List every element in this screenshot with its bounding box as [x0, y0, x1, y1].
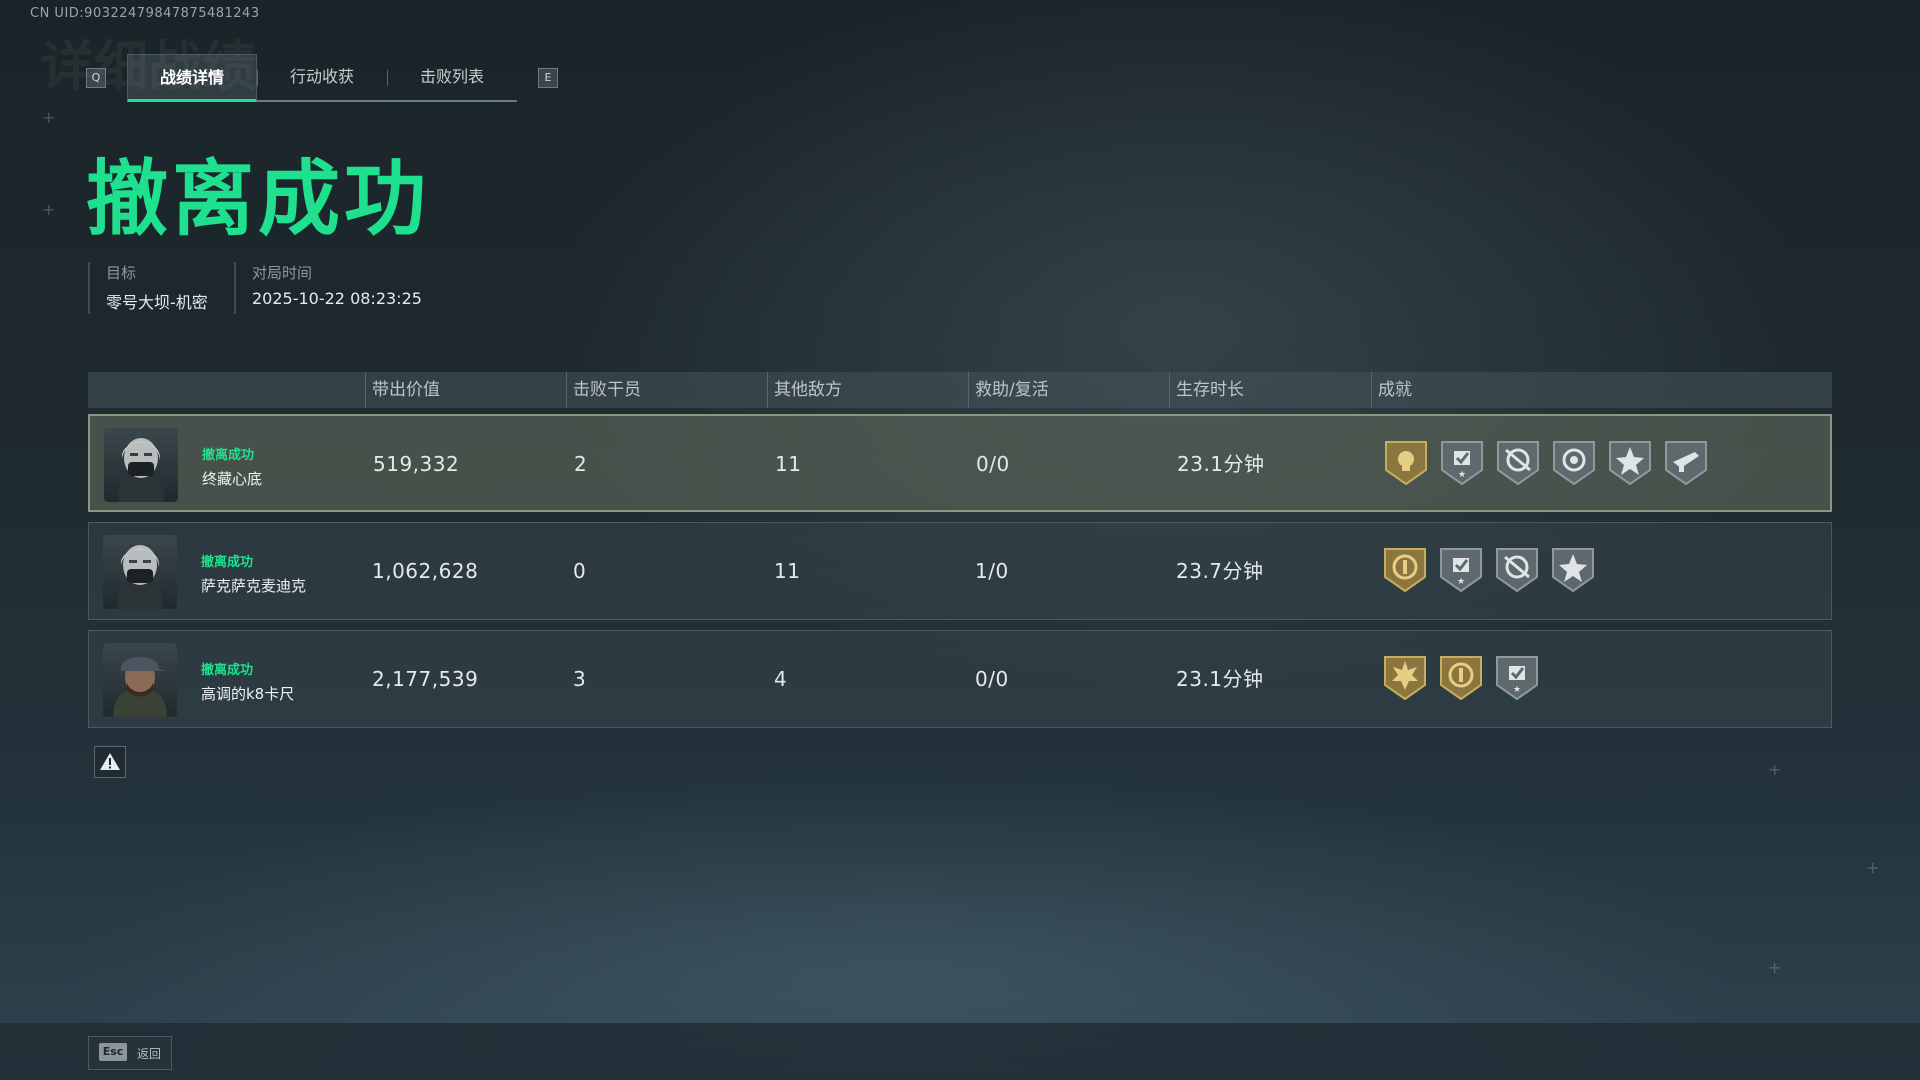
achievement-badges: ★	[1380, 653, 1542, 703]
player-row[interactable]: 撤离成功 萨克萨克麦迪克 1,062,628 0 11 1/0 23.7分钟 ★	[88, 522, 1832, 620]
match-time-info: 对局时间 2025-10-22 08:23:25	[234, 262, 422, 314]
column-header-survival-time: 生存时长	[1169, 372, 1244, 408]
survival-time: 23.7分钟	[1176, 559, 1264, 583]
target-value: 零号大坝-机密	[106, 293, 208, 312]
gold-coin-badge-icon[interactable]	[1380, 545, 1430, 595]
svg-text:★: ★	[1458, 470, 1466, 480]
back-button[interactable]: Esc 返回	[88, 1036, 172, 1070]
silver-crosshair-badge-icon[interactable]	[1492, 545, 1542, 595]
player-uid: CN UID:9032247984787548​1243	[30, 6, 260, 21]
player-status: 撤离成功	[201, 555, 254, 570]
target-info: 目标 零号大坝-机密	[88, 262, 208, 314]
column-header-kills: 击败干员	[566, 372, 641, 408]
tab-match-details[interactable]: 战绩详情	[127, 54, 257, 102]
extract-value: 2,177,539	[372, 667, 479, 691]
achievement-badges: ★	[1380, 545, 1598, 595]
tab-kill-list[interactable]: 击败列表	[387, 54, 517, 100]
gold-sun-badge-icon[interactable]	[1380, 653, 1430, 703]
achievement-badges: ★	[1381, 438, 1711, 488]
crosshair-deco-icon: +	[1768, 760, 1782, 779]
survival-time: 23.1分钟	[1177, 452, 1265, 476]
assist-revive-count: 1/0	[975, 559, 1009, 583]
assist-revive-count: 0/0	[975, 667, 1009, 691]
player-name: 高调的k8卡尺	[201, 685, 295, 703]
match-time-value: 2025-10-22 08:23:25	[252, 289, 422, 308]
tab-bar: 战绩详情 行动收获 击败列表	[127, 54, 517, 102]
target-label: 目标	[106, 264, 137, 282]
other-enemies-count: 11	[774, 559, 801, 583]
crosshair-deco-icon: +	[42, 200, 56, 219]
column-header-achievements: 成就	[1371, 372, 1412, 408]
extraction-result-title: 撤离成功	[86, 152, 431, 247]
match-time-label: 对局时间	[252, 264, 313, 282]
gold-coin-badge-icon[interactable]	[1436, 653, 1486, 703]
extract-value: 519,332	[373, 452, 460, 476]
silver-check-badge-icon[interactable]: ★	[1492, 653, 1542, 703]
crosshair-deco-icon: +	[1866, 858, 1880, 877]
kills-count: 0	[573, 559, 587, 583]
player-avatar	[103, 535, 177, 609]
silver-star-badge-icon[interactable]	[1605, 438, 1655, 488]
silver-target-badge-icon[interactable]	[1549, 438, 1599, 488]
column-header-extract-value: 带出价值	[365, 372, 440, 408]
player-avatar	[103, 643, 177, 717]
column-header-other-enemies: 其他敌方	[767, 372, 842, 408]
assist-revive-count: 0/0	[976, 452, 1010, 476]
svg-text:★: ★	[1513, 685, 1521, 695]
kills-count: 2	[574, 452, 588, 476]
silver-check-badge-icon[interactable]: ★	[1437, 438, 1487, 488]
extract-value: 1,062,628	[372, 559, 479, 583]
crosshair-deco-icon: +	[42, 108, 56, 127]
report-warning-button[interactable]	[94, 746, 126, 778]
other-enemies-count: 4	[774, 667, 788, 691]
next-tab-key-hint[interactable]: E	[538, 68, 558, 88]
silver-gun-badge-icon[interactable]	[1661, 438, 1711, 488]
crosshair-deco-icon: +	[1768, 958, 1782, 977]
gold-skull-badge-icon[interactable]	[1381, 438, 1431, 488]
player-status: 撤离成功	[202, 448, 255, 463]
prev-tab-key-hint[interactable]: Q	[86, 68, 106, 88]
table-header: 带出价值 击败干员 其他敌方 救助/复活 生存时长 成就	[88, 372, 1832, 408]
back-label: 返回	[137, 1047, 162, 1061]
player-row[interactable]: 撤离成功 终藏心底 519,332 2 11 0/0 23.1分钟 ★	[88, 414, 1832, 512]
svg-text:★: ★	[1457, 577, 1465, 587]
column-header-assist-revive: 救助/复活	[968, 372, 1049, 408]
warning-icon	[100, 753, 120, 770]
player-name: 萨克萨克麦迪克	[201, 577, 307, 595]
bottom-bar	[0, 1023, 1920, 1080]
silver-crosshair-badge-icon[interactable]	[1493, 438, 1543, 488]
silver-star-badge-icon[interactable]	[1548, 545, 1598, 595]
esc-key-hint: Esc	[99, 1043, 127, 1061]
tab-action-rewards[interactable]: 行动收获	[257, 54, 387, 100]
player-row[interactable]: 撤离成功 高调的k8卡尺 2,177,539 3 4 0/0 23.1分钟 ★	[88, 630, 1832, 728]
player-avatar	[104, 428, 178, 502]
other-enemies-count: 11	[775, 452, 802, 476]
survival-time: 23.1分钟	[1176, 667, 1264, 691]
player-name: 终藏心底	[202, 470, 263, 488]
player-status: 撤离成功	[201, 663, 254, 678]
silver-check-badge-icon[interactable]: ★	[1436, 545, 1486, 595]
kills-count: 3	[573, 667, 587, 691]
